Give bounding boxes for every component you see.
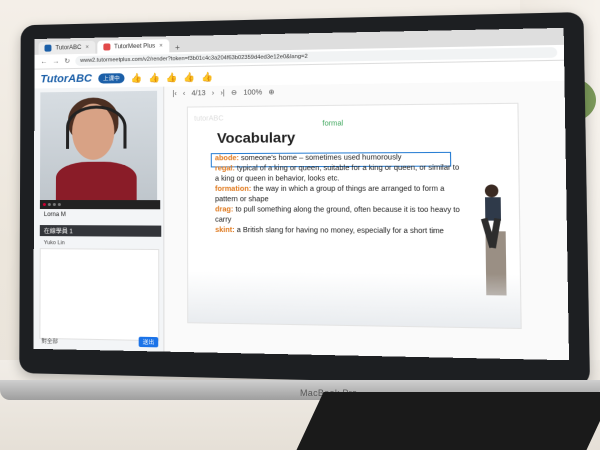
volume-dot (47, 203, 51, 207)
volume-dot (57, 203, 61, 207)
send-button[interactable]: 送出 (138, 336, 159, 348)
slide-area: |‹ ‹ 4/13 › ›| ⊖ 100% ⊕ tutorABC Vocabul… (164, 80, 570, 361)
prev-page-icon[interactable]: ‹ (183, 90, 185, 97)
vocab-term: drag: (215, 206, 234, 214)
close-icon[interactable]: × (159, 43, 163, 49)
student-name: Yuko Lin (43, 240, 65, 247)
close-icon[interactable]: × (85, 44, 89, 50)
zoom-in-icon[interactable]: ⊕ (268, 88, 274, 96)
zoom-out-icon[interactable]: ⊖ (231, 89, 237, 97)
vocab-term: formation: (215, 185, 252, 193)
thumbs-up-icon[interactable]: 👍 (131, 72, 142, 83)
reload-icon[interactable]: ↻ (64, 57, 70, 65)
video-shirt (55, 161, 137, 201)
tab-label: TutorMeet Plus (114, 43, 156, 50)
thumbs-up-icon[interactable]: 👍 (166, 72, 178, 83)
zoom-level: 100% (243, 88, 263, 97)
slide-title: Vocabulary (216, 128, 296, 146)
participant-name: Lorna M (43, 212, 66, 219)
tab-tutorabc[interactable]: TutorABC × (38, 40, 95, 55)
next-page-icon[interactable]: › (212, 89, 214, 96)
tab-label: TutorABC (55, 44, 82, 51)
online-students-header: 在線學員 1 (39, 225, 162, 237)
tab-tutormeet[interactable]: TutorMeet Plus × (96, 39, 169, 54)
app-logo: TutorABC (40, 72, 92, 86)
headset-icon (66, 105, 127, 149)
vocab-entry: formation: the way in which a group of t… (215, 185, 463, 206)
volume-dot (52, 203, 56, 207)
thumbs-up-icon[interactable]: 👍 (148, 72, 159, 83)
first-page-icon[interactable]: |‹ (172, 90, 176, 97)
last-page-icon[interactable]: ›| (220, 89, 224, 96)
tutorabc-favicon-icon (44, 44, 52, 52)
vocab-definition: someone's home – sometimes used humorous… (240, 154, 402, 163)
forward-icon[interactable]: → (52, 58, 59, 65)
teacher-video (39, 90, 158, 201)
tutormeet-favicon-icon (102, 43, 111, 51)
new-tab-icon[interactable]: + (171, 43, 184, 52)
vocab-term: abode: (214, 155, 239, 163)
class-status-button[interactable]: 上课中 (98, 73, 125, 84)
thumbs-up-icon[interactable]: 👍 (201, 71, 213, 82)
chat-area (39, 248, 160, 342)
back-icon[interactable]: ← (40, 58, 47, 65)
vocabulary-slide: tutorABC Vocabulary formal abode: someon… (186, 102, 522, 330)
vocab-definition: a British slang for having no money, esp… (236, 226, 444, 236)
laptop-screen: TutorABC × TutorMeet Plus × + ← → ↻ www2… (33, 27, 570, 361)
vocab-term: skint: (215, 226, 235, 235)
video-status-bar (39, 200, 161, 210)
thumbs-up-icon[interactable]: 👍 (184, 72, 196, 83)
mic-icon (42, 203, 46, 207)
formal-tag: formal (322, 120, 344, 128)
vocab-entry: skint: a British slang for having no mon… (215, 226, 463, 238)
chat-target-select[interactable]: 對全部 (41, 337, 58, 345)
vocab-definition: typical of a king or queen, suitable for… (214, 164, 460, 183)
city-backdrop (188, 270, 521, 328)
vocab-entry: regal: typical of a king or queen, suita… (215, 163, 463, 184)
vocab-definition: to pull something along the ground, ofte… (215, 206, 460, 224)
keyboard (296, 392, 600, 450)
left-panel: Lorna M 在線學員 1 Yuko Lin 對全部 送出 (33, 86, 165, 352)
vocab-entry: drag: to pull something along the ground… (215, 205, 463, 227)
page-indicator: 4/13 (191, 89, 206, 97)
vocab-list: abode: someone's home – sometimes used h… (215, 153, 463, 238)
classroom-main: Lorna M 在線學員 1 Yuko Lin 對全部 送出 |‹ ‹ 4/13… (33, 80, 570, 361)
faded-watermark: tutorABC (194, 115, 224, 123)
vocab-term: regal: (214, 165, 235, 173)
